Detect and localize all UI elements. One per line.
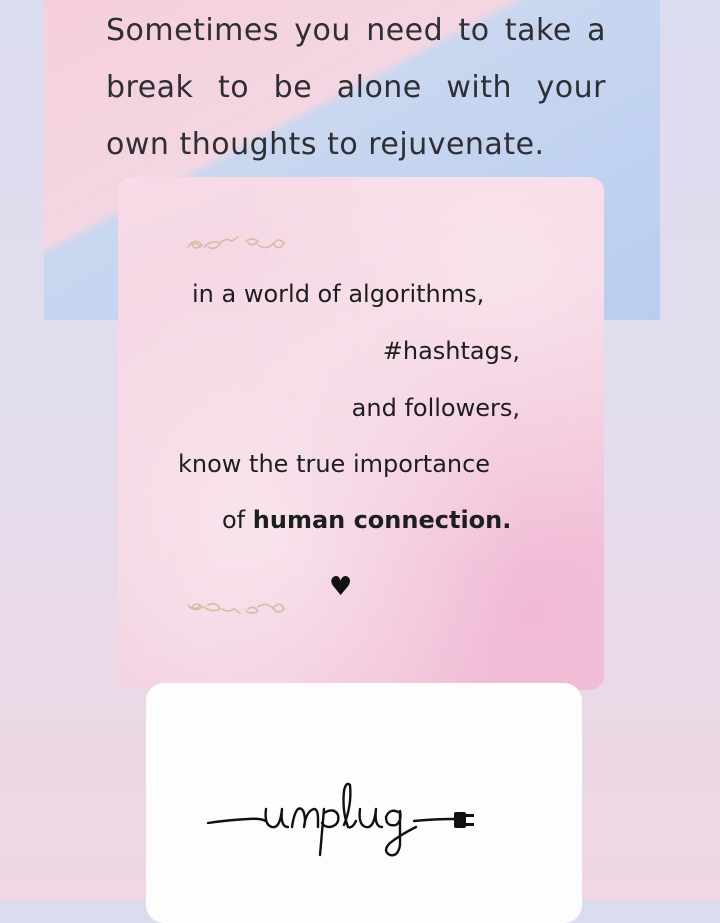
scroll-flourish-icon xyxy=(184,595,296,624)
unplug-card: unplug xyxy=(146,683,582,923)
poem-line-4: know the true importance xyxy=(178,450,491,478)
top-quote-line: Sometimes you need to take a xyxy=(106,13,606,48)
poem-line-5-prefix: of xyxy=(222,506,253,534)
poem-line-1: in a world of algorithms, xyxy=(192,280,485,308)
poem-line-2: #hashtags, xyxy=(382,337,520,365)
top-quote-line: break to be alone with your xyxy=(106,70,606,105)
scroll-flourish-icon xyxy=(184,233,296,262)
top-quote-text: Sometimes you need to take a break to be… xyxy=(106,2,606,173)
top-quote-line: own thoughts to rejuvenate. xyxy=(106,127,545,162)
unplug-logo: unplug xyxy=(204,775,474,857)
poem-line-5: of human connection. xyxy=(222,506,511,534)
plug-icon xyxy=(454,812,474,828)
human-connection-card: in a world of algorithms, #hashtags, and… xyxy=(118,177,604,690)
svg-text:unplug: unplug xyxy=(204,775,208,776)
poem-line-3: and followers, xyxy=(351,394,520,422)
poem-emphasis: human connection. xyxy=(252,506,512,534)
heart-icon: ♥ xyxy=(329,572,353,602)
